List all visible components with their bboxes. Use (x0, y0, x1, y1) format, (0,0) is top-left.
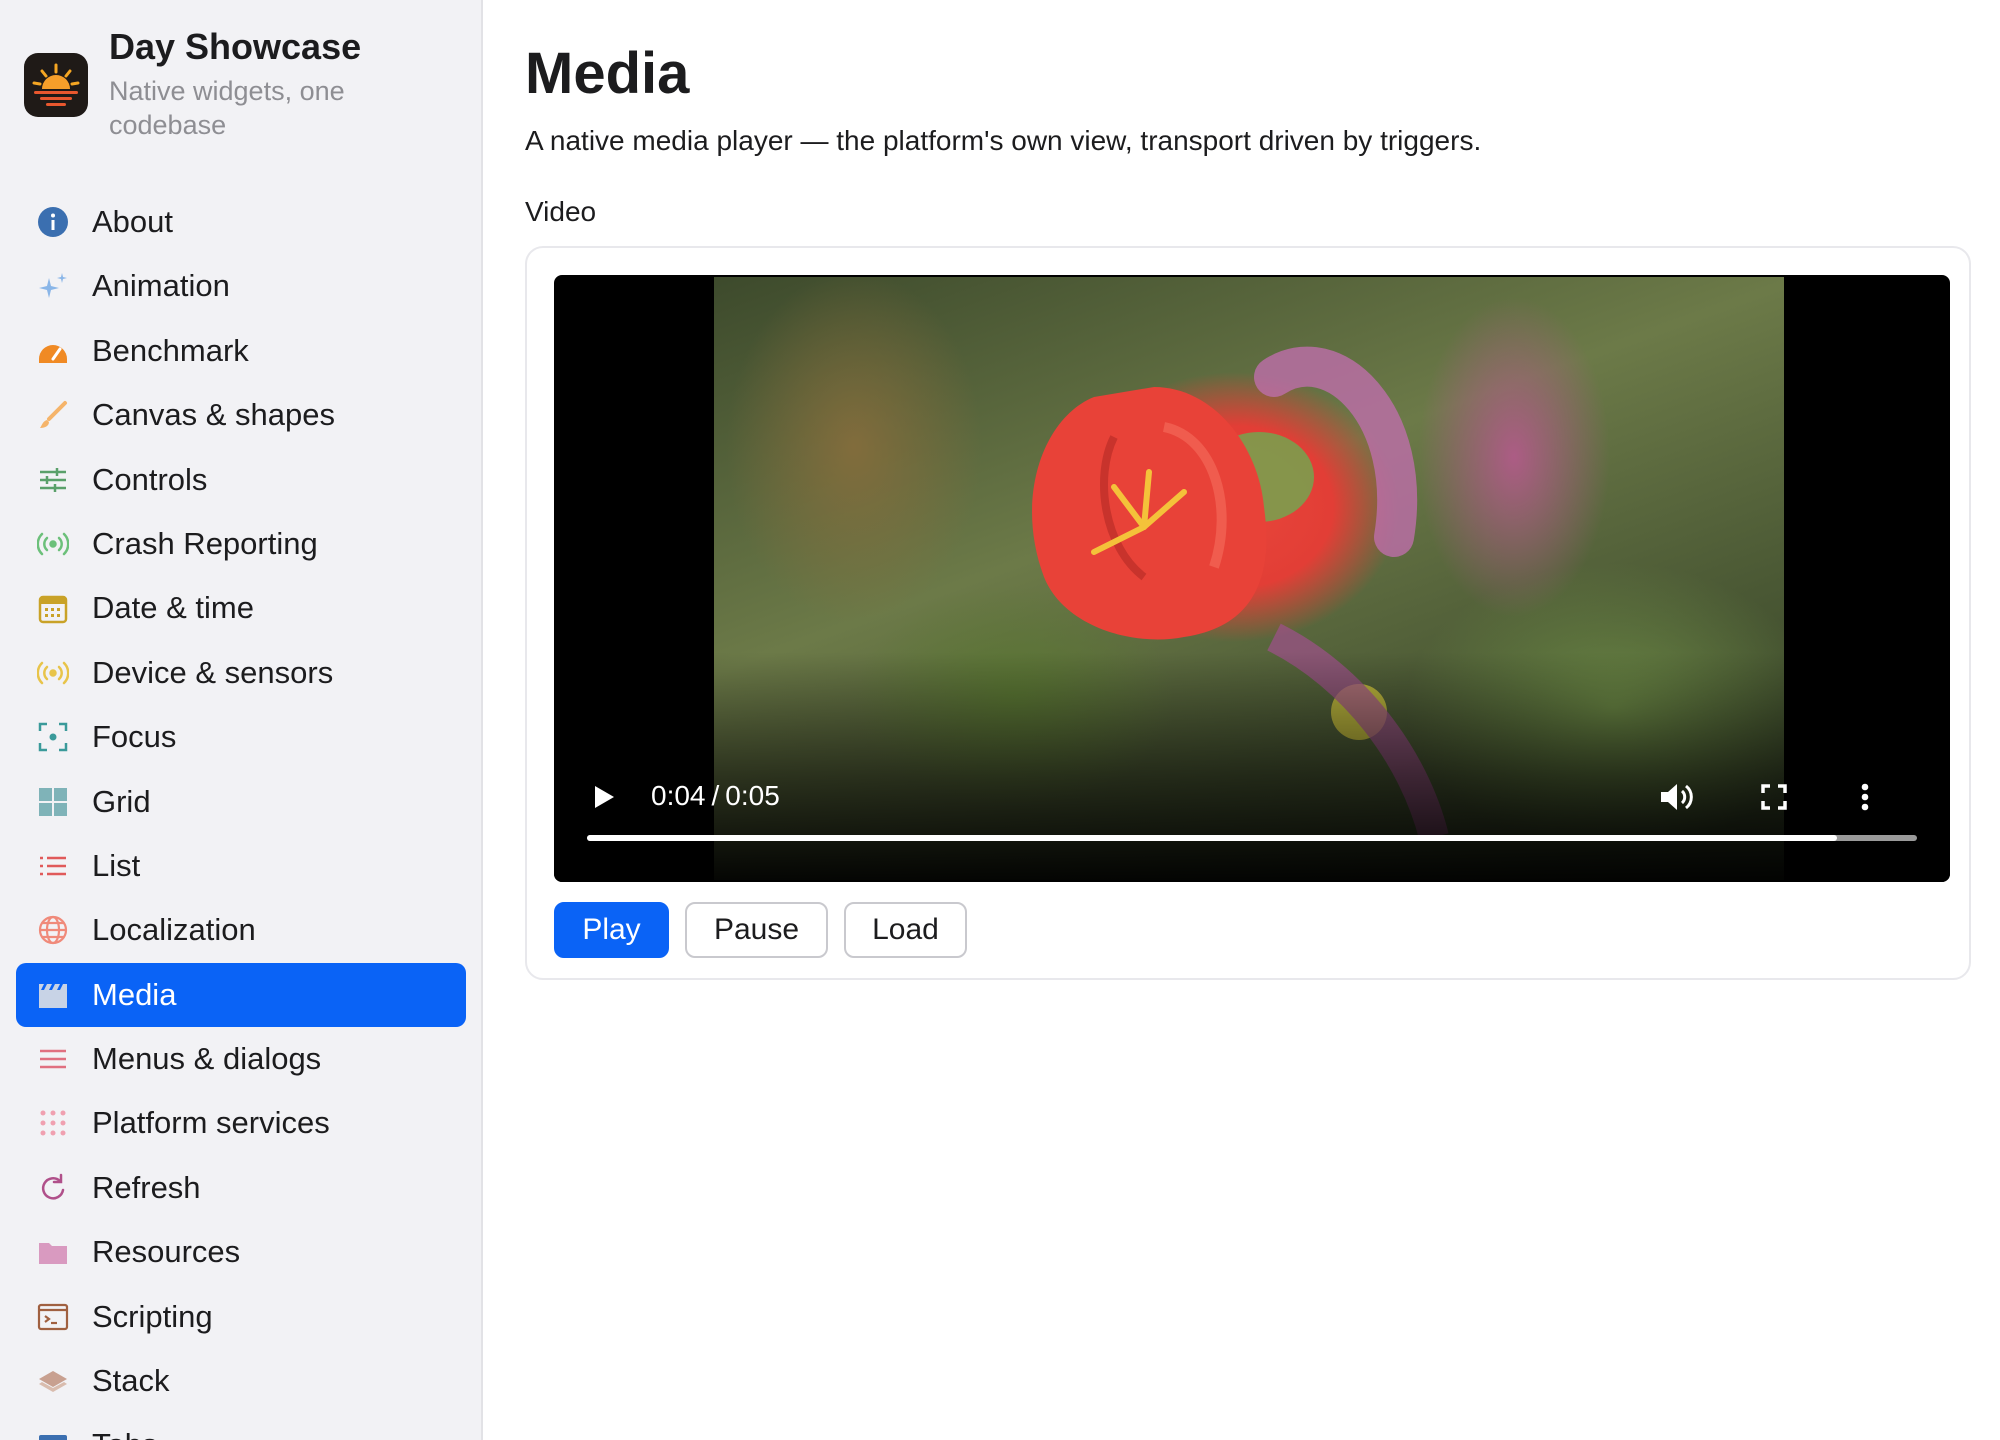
sidebar-item-label: Canvas & shapes (92, 397, 335, 433)
time-display: 0:04/0:05 (651, 780, 780, 811)
sidebar-item-label: Menus & dialogs (92, 1041, 322, 1077)
tabs-icon (36, 1428, 70, 1440)
sidebar-item-label: List (92, 847, 141, 883)
sensor-icon (36, 656, 70, 690)
sidebar-item-resources[interactable]: Resources (16, 1220, 466, 1284)
calendar-icon (36, 591, 70, 625)
main-content: Media A native media player — the platfo… (525, 0, 1975, 1440)
menu-icon (36, 1042, 70, 1076)
refresh-icon (36, 1171, 70, 1205)
pause-button[interactable]: Pause (685, 902, 828, 958)
sidebar-item-label: Animation (92, 268, 230, 304)
sidebar-item-platform-services[interactable]: Platform services (16, 1091, 466, 1155)
terminal-icon (36, 1300, 70, 1334)
sidebar-item-animation[interactable]: Animation (16, 254, 466, 318)
clapperboard-icon (36, 978, 70, 1012)
transport-buttons: Play Pause Load (554, 902, 967, 958)
sidebar-item-grid[interactable]: Grid (16, 770, 466, 834)
duration: 0:05 (725, 780, 780, 811)
app-header: Day Showcase Native widgets, one codebas… (24, 24, 464, 144)
focus-icon (36, 720, 70, 754)
gauge-icon (36, 334, 70, 368)
sidebar-item-benchmark[interactable]: Benchmark (16, 319, 466, 383)
sidebar-item-localization[interactable]: Localization (16, 898, 466, 962)
more-options-icon[interactable] (1850, 775, 1880, 819)
sidebar-item-label: Refresh (92, 1169, 201, 1205)
sidebar-item-label: Platform services (92, 1105, 330, 1141)
sidebar: Day Showcase Native widgets, one codebas… (0, 0, 483, 1440)
app-subtitle: Native widgets, one codebase (109, 76, 345, 140)
sidebar-item-device-sensors[interactable]: Device & sensors (16, 641, 466, 705)
sidebar-item-label: Localization (92, 912, 256, 948)
sidebar-item-tabs[interactable]: Tabs (16, 1413, 466, 1440)
sidebar-item-label: Focus (92, 719, 177, 755)
sidebar-item-canvas-shapes[interactable]: Canvas & shapes (16, 383, 466, 447)
sparkles-icon (36, 269, 70, 303)
sidebar-item-menus-dialogs[interactable]: Menus & dialogs (16, 1027, 466, 1091)
section-label: Video (525, 196, 597, 227)
sidebar-item-media[interactable]: Media (16, 962, 466, 1027)
controls-shade (554, 652, 1950, 882)
page-description: A native media player — the platform's o… (525, 125, 1482, 156)
sidebar-item-list[interactable]: List (16, 834, 466, 898)
dots-grid-icon (36, 1106, 70, 1140)
sidebar-item-stack[interactable]: Stack (16, 1349, 466, 1413)
play-button[interactable]: Play (554, 902, 669, 958)
sidebar-item-label: Date & time (92, 590, 254, 626)
app-title: Day Showcase (109, 26, 362, 67)
play-icon[interactable] (584, 777, 624, 817)
sunset-app-icon (24, 53, 88, 117)
sidebar-item-label: Benchmark (92, 332, 249, 368)
sidebar-item-date-time[interactable]: Date & time (16, 576, 466, 640)
sidebar-item-label: Grid (92, 783, 151, 819)
video-player[interactable]: 0:04/0:05 (554, 275, 1950, 882)
sidebar-item-label: Tabs (92, 1427, 157, 1440)
current-time: 0:04 (651, 780, 706, 811)
sidebar-item-label: About (92, 204, 174, 239)
sidebar-item-label: Device & sensors (92, 654, 334, 690)
sidebar-item-label: Stack (92, 1363, 170, 1399)
sidebar-item-label: Controls (92, 461, 208, 497)
sidebar-item-label: Resources (92, 1234, 241, 1270)
progress-track[interactable] (587, 835, 1917, 841)
layers-icon (36, 1364, 70, 1398)
media-card: 0:04/0:05 Play Pause Load (525, 246, 1971, 980)
volume-icon[interactable] (1654, 775, 1698, 819)
sidebar-item-refresh[interactable]: Refresh (16, 1156, 466, 1220)
sidebar-nav: About Animation Benchmark Canvas & shape… (16, 190, 466, 1440)
page-title: Media (525, 41, 690, 106)
sidebar-item-about[interactable]: About (16, 190, 466, 254)
folder-icon (36, 1235, 70, 1269)
sliders-icon (36, 463, 70, 497)
info-icon (36, 205, 70, 239)
progress-fill (587, 835, 1838, 841)
globe-icon (36, 913, 70, 947)
sidebar-item-label: Media (92, 976, 177, 1012)
grid-icon (36, 785, 70, 819)
sidebar-item-scripting[interactable]: Scripting (16, 1285, 466, 1349)
fullscreen-icon[interactable] (1752, 775, 1796, 819)
sidebar-item-label: Crash Reporting (92, 525, 318, 561)
broadcast-icon (36, 527, 70, 561)
brush-icon (36, 398, 70, 432)
sidebar-item-label: Scripting (92, 1298, 213, 1334)
sidebar-item-crash-reporting[interactable]: Crash Reporting (16, 512, 466, 576)
sidebar-item-controls[interactable]: Controls (16, 448, 466, 512)
load-button[interactable]: Load (844, 902, 967, 958)
sidebar-item-focus[interactable]: Focus (16, 705, 466, 769)
list-icon (36, 849, 70, 883)
